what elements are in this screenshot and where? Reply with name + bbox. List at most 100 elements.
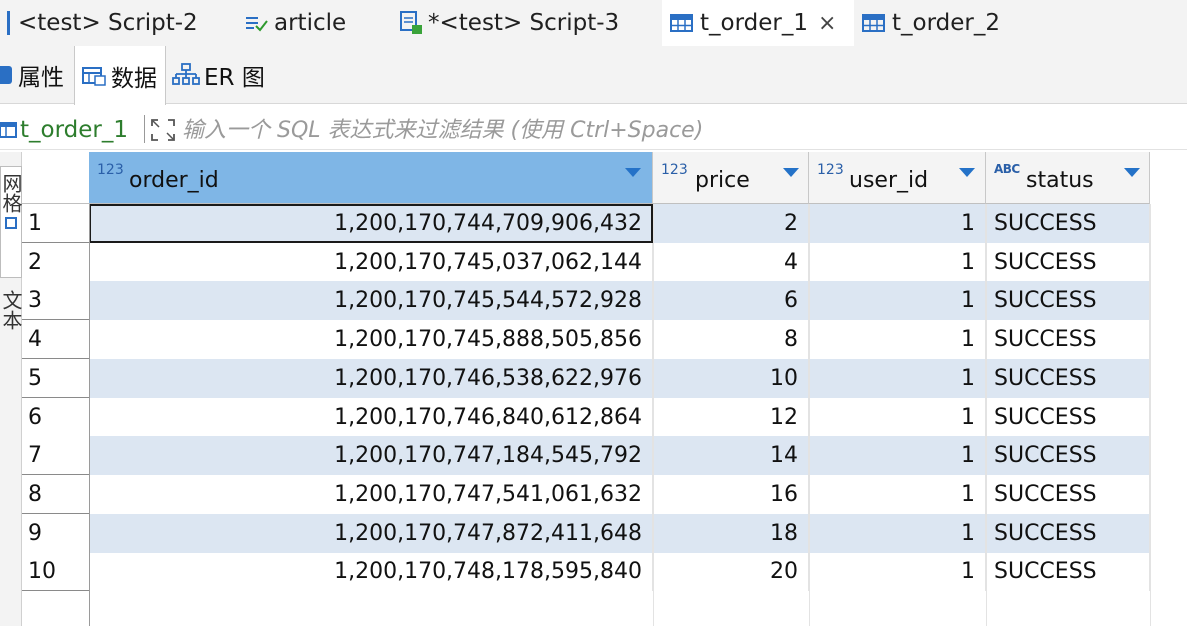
cell-order-id[interactable]: 1,200,170,745,037,062,144 bbox=[89, 242, 653, 282]
cell-user-id[interactable]: 1 bbox=[809, 397, 986, 437]
cell-order-id[interactable]: 1,200,170,746,840,612,864 bbox=[89, 397, 653, 437]
tab-article[interactable]: article bbox=[244, 0, 346, 46]
tab-properties[interactable]: 属性 bbox=[0, 46, 64, 104]
row-number[interactable]: 6 bbox=[22, 397, 89, 437]
tab-data[interactable]: 数据 bbox=[74, 46, 166, 105]
sort-arrow-icon[interactable] bbox=[783, 168, 799, 177]
cell-user-id[interactable]: 1 bbox=[809, 513, 986, 553]
cell-status[interactable]: SUCCESS bbox=[986, 320, 1150, 360]
table-row[interactable]: 5 1,200,170,746,538,622,976 10 1 SUCCESS bbox=[22, 358, 1150, 398]
cell-order-id[interactable]: 1,200,170,745,544,572,928 bbox=[89, 281, 653, 321]
filter-bar: t_order_1 bbox=[0, 110, 1187, 150]
view-mode-strip: 网格 文本 bbox=[0, 152, 23, 626]
sort-arrow-icon[interactable] bbox=[625, 168, 641, 177]
cell-user-id[interactable]: 1 bbox=[809, 358, 986, 398]
cell-price[interactable]: 10 bbox=[653, 358, 809, 398]
row-number[interactable]: 8 bbox=[22, 474, 89, 514]
tab-grid-view[interactable]: 网格 bbox=[0, 166, 23, 278]
tab-label: 属性 bbox=[18, 65, 64, 91]
table-row[interactable]: 4 1,200,170,745,888,505,856 8 1 SUCCESS bbox=[22, 320, 1150, 360]
cell-status[interactable]: SUCCESS bbox=[986, 204, 1150, 243]
expand-icon[interactable] bbox=[150, 118, 176, 142]
table-row[interactable]: 1 1,200,170,744,709,906,432 2 1 SUCCESS bbox=[22, 204, 1150, 243]
table-row[interactable]: 7 1,200,170,747,184,545,792 14 1 SUCCESS bbox=[22, 436, 1150, 476]
cell-status[interactable]: SUCCESS bbox=[986, 474, 1150, 514]
row-number[interactable]: 3 bbox=[22, 281, 89, 321]
cell-user-id[interactable]: 1 bbox=[809, 474, 986, 514]
cell-user-id[interactable]: 1 bbox=[809, 242, 986, 282]
close-icon[interactable]: × bbox=[818, 11, 836, 36]
cell-status[interactable]: SUCCESS bbox=[986, 281, 1150, 321]
cell-price[interactable]: 20 bbox=[653, 552, 809, 592]
row-number[interactable]: 7 bbox=[22, 436, 89, 476]
vtab-label: 文本 bbox=[0, 290, 23, 330]
sort-arrow-icon[interactable] bbox=[959, 168, 975, 177]
cell-order-id[interactable]: 1,200,170,747,872,411,648 bbox=[89, 513, 653, 553]
row-number[interactable]: 2 bbox=[22, 242, 89, 282]
cell-status[interactable]: SUCCESS bbox=[986, 436, 1150, 476]
cell-user-id[interactable]: 1 bbox=[809, 436, 986, 476]
cell-order-id[interactable]: 1,200,170,744,709,906,432 bbox=[89, 204, 653, 243]
row-number[interactable]: 4 bbox=[22, 320, 89, 360]
column-name: status bbox=[1026, 168, 1094, 193]
column-header-order-id[interactable]: 123 order_id bbox=[89, 152, 653, 204]
cell-status[interactable]: SUCCESS bbox=[986, 242, 1150, 282]
cell-order-id[interactable]: 1,200,170,748,178,595,840 bbox=[89, 552, 653, 592]
table-row[interactable]: 9 1,200,170,747,872,411,648 18 1 SUCCESS bbox=[22, 513, 1150, 553]
tab-label: 数据 bbox=[111, 65, 157, 92]
cell-order-id[interactable]: 1,200,170,747,184,545,792 bbox=[89, 436, 653, 476]
tab-t-order-1[interactable]: t_order_1 × bbox=[662, 0, 854, 46]
row-number[interactable]: 10 bbox=[22, 552, 89, 592]
cell-price[interactable]: 12 bbox=[653, 397, 809, 437]
cell-status[interactable]: SUCCESS bbox=[986, 397, 1150, 437]
sort-arrow-icon[interactable] bbox=[1124, 168, 1140, 177]
table-row[interactable]: 8 1,200,170,747,541,061,632 16 1 SUCCESS bbox=[22, 474, 1150, 514]
grid-view-icon bbox=[5, 217, 17, 229]
cell-price[interactable]: 18 bbox=[653, 513, 809, 553]
cell-price[interactable]: 8 bbox=[653, 320, 809, 360]
cell-price[interactable]: 4 bbox=[653, 242, 809, 282]
text-type-icon: ABC bbox=[994, 162, 1020, 176]
column-header-user-id[interactable]: 123 user_id bbox=[809, 152, 986, 204]
tab-label: article bbox=[274, 10, 347, 36]
tab-text-view[interactable]: 文本 bbox=[0, 284, 23, 374]
filter-input[interactable] bbox=[182, 114, 1172, 146]
table-icon bbox=[0, 122, 17, 138]
column-name: order_id bbox=[129, 168, 219, 193]
cell-price[interactable]: 2 bbox=[653, 204, 809, 243]
cell-user-id[interactable]: 1 bbox=[809, 320, 986, 360]
row-number[interactable]: 1 bbox=[22, 204, 89, 243]
cell-user-id[interactable]: 1 bbox=[809, 281, 986, 321]
column-header-status[interactable]: ABC status bbox=[986, 152, 1150, 204]
editor-tab-bar: <test> Script-2 article *<test> Script-3… bbox=[0, 0, 1187, 46]
cell-order-id[interactable]: 1,200,170,747,541,061,632 bbox=[89, 474, 653, 514]
results-grid: 123 order_id 123 price 123 user_id ABC s… bbox=[22, 152, 1187, 626]
table-row[interactable]: 2 1,200,170,745,037,062,144 4 1 SUCCESS bbox=[22, 242, 1150, 282]
filter-table-name: t_order_1 bbox=[0, 110, 128, 150]
table-row[interactable]: 10 1,200,170,748,178,595,840 20 1 SUCCESS bbox=[22, 552, 1150, 592]
cell-price[interactable]: 6 bbox=[653, 281, 809, 321]
cell-user-id[interactable]: 1 bbox=[809, 552, 986, 592]
cell-order-id[interactable]: 1,200,170,745,888,505,856 bbox=[89, 320, 653, 360]
column-divider bbox=[986, 204, 987, 626]
column-header-price[interactable]: 123 price bbox=[653, 152, 809, 204]
cell-price[interactable]: 16 bbox=[653, 474, 809, 514]
cell-order-id[interactable]: 1,200,170,746,538,622,976 bbox=[89, 358, 653, 398]
cell-status[interactable]: SUCCESS bbox=[986, 358, 1150, 398]
tab-er-diagram[interactable]: ER 图 bbox=[172, 46, 265, 104]
cell-user-id[interactable]: 1 bbox=[809, 204, 986, 243]
table-row[interactable]: 6 1,200,170,746,840,612,864 12 1 SUCCESS bbox=[22, 397, 1150, 437]
tab-script-3[interactable]: *<test> Script-3 bbox=[398, 0, 619, 46]
table-row[interactable]: 3 1,200,170,745,544,572,928 6 1 SUCCESS bbox=[22, 281, 1150, 321]
cell-price[interactable]: 14 bbox=[653, 436, 809, 476]
sql-script-modified-icon bbox=[400, 11, 422, 34]
tab-script-2[interactable]: <test> Script-2 bbox=[0, 0, 198, 46]
row-number[interactable]: 5 bbox=[22, 358, 89, 398]
cell-status[interactable]: SUCCESS bbox=[986, 513, 1150, 553]
filter-table-label: t_order_1 bbox=[20, 117, 128, 143]
tab-t-order-2[interactable]: t_order_2 bbox=[862, 0, 1000, 46]
row-number[interactable]: 9 bbox=[22, 513, 89, 553]
cell-status[interactable]: SUCCESS bbox=[986, 552, 1150, 592]
grid-corner[interactable] bbox=[22, 152, 89, 204]
row-header-divider bbox=[89, 204, 90, 626]
